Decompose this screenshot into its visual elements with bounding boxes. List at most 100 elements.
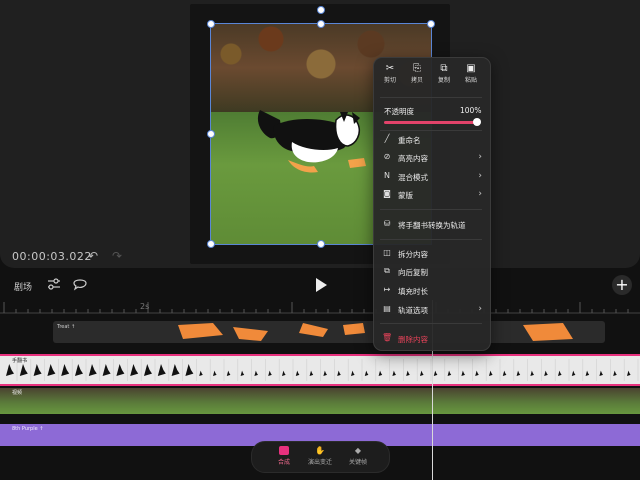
add-button[interactable]: + <box>612 275 632 295</box>
flipbook-frame <box>447 359 459 381</box>
text-clip[interactable]: Treat ↑ <box>53 321 605 343</box>
undo-icon[interactable]: ↶ <box>88 249 102 263</box>
flipbook-frame <box>323 359 335 381</box>
menu-item-label: 重命名 <box>398 136 421 145</box>
tab-compose[interactable]: 合成 <box>264 446 304 466</box>
hand-icon: ✋ <box>315 446 325 455</box>
flipbook-frame <box>102 359 114 381</box>
track-options-icon: ▤ <box>383 304 391 313</box>
flipbook-frame <box>364 359 377 381</box>
flipbook-frame <box>61 359 73 381</box>
flipbook-frame <box>337 359 349 381</box>
cut-label: 剪切 <box>383 77 396 84</box>
video-clip[interactable]: 视频 <box>0 388 640 414</box>
menu-item-convert-flipbook[interactable]: ⛁ 将手翻书转换为轨道 <box>382 219 482 233</box>
opacity-value: 100% <box>460 106 482 115</box>
flipbook-clip[interactable]: 手翻书 <box>0 354 640 386</box>
flipbook-frame <box>19 359 32 381</box>
menu-item-label: 删除内容 <box>398 335 428 344</box>
flipbook-frame <box>406 359 418 381</box>
timeline-ruler[interactable] <box>0 300 640 314</box>
flipbook-frames <box>6 359 639 381</box>
resize-handle[interactable] <box>427 20 435 28</box>
menu-item-label: 将手翻书转换为轨道 <box>398 221 466 230</box>
chevron-right-icon: › <box>478 189 482 199</box>
timecode: 00:00:03.022 <box>12 250 92 263</box>
pencil-icon: ╱ <box>384 134 390 143</box>
tab-label: 关键帧 <box>348 459 367 466</box>
flipbook-frame <box>613 359 625 381</box>
menu-item-split[interactable]: ◫ 拆分内容 <box>382 248 482 262</box>
menu-divider <box>380 239 482 240</box>
speech-bubble-icon[interactable] <box>72 277 88 291</box>
flipbook-frame <box>558 359 570 381</box>
flipbook-frame <box>130 359 142 381</box>
menu-item-track-options[interactable]: ▤ 轨道选项 › <box>382 304 482 318</box>
fill-duration-icon: ↦ <box>383 285 391 294</box>
flipbook-frame <box>6 359 18 381</box>
flipbook-frame <box>157 359 170 381</box>
redo-icon[interactable]: ↷ <box>112 249 126 263</box>
menu-item-mask[interactable]: ◙ 蒙版 › <box>382 189 482 203</box>
menu-divider <box>380 323 482 324</box>
opacity-slider[interactable] <box>384 121 478 124</box>
menu-item-label: 高亮内容 <box>398 154 428 163</box>
dog-sticker[interactable] <box>252 104 372 184</box>
flipbook-frame <box>268 359 280 381</box>
flipbook-frame <box>240 359 252 381</box>
mask-icon: ◙ <box>383 189 391 198</box>
flipbook-frame <box>627 359 639 381</box>
flipbook-frame <box>530 359 542 381</box>
flipbook-frame <box>47 359 59 381</box>
chevron-right-icon: › <box>478 152 482 162</box>
menu-item-blend-mode[interactable]: N 混合模式 › <box>382 171 482 185</box>
paste-label: 粘贴 <box>464 77 477 84</box>
resize-handle[interactable] <box>317 240 325 248</box>
flipbook-frame <box>75 359 87 381</box>
script-button[interactable]: 剧场 <box>14 280 32 293</box>
resize-handle[interactable] <box>317 20 325 28</box>
menu-item-highlight[interactable]: ⊘ 高亮内容 › <box>382 152 482 166</box>
blend-icon: N <box>384 171 390 180</box>
tab-keyframe[interactable]: ◆ 关键帧 <box>338 446 378 466</box>
chevron-right-icon: › <box>478 304 482 314</box>
menu-item-fill-duration[interactable]: ↦ 填充时长 <box>382 285 482 299</box>
menu-item-label: 填充时长 <box>398 287 428 296</box>
menu-divider <box>380 130 482 131</box>
resize-handle[interactable] <box>207 240 215 248</box>
copy-label: 拷贝 <box>410 77 423 84</box>
flipbook-frame <box>544 359 556 381</box>
tab-present[interactable]: ✋ 演出变迁 <box>300 446 340 466</box>
menu-item-copy-forward[interactable]: ⧉ 向后复制 <box>382 266 482 280</box>
chevron-right-icon: › <box>478 171 482 181</box>
mode-tab-bar: 合成 ✋ 演出变迁 ◆ 关键帧 <box>251 441 390 473</box>
opacity-slider-knob[interactable] <box>473 118 481 126</box>
cut-button[interactable]: ✂ 剪切 <box>376 63 404 84</box>
resize-handle[interactable] <box>207 20 215 28</box>
copy-icon: ⎘ <box>413 63 421 74</box>
play-icon[interactable] <box>313 277 329 293</box>
flipbook-frame <box>199 359 211 381</box>
opacity-label: 不透明度 <box>384 107 414 116</box>
sliders-icon[interactable] <box>46 277 62 291</box>
paste-button[interactable]: ▣ 粘贴 <box>457 63 485 84</box>
resize-handle[interactable] <box>207 130 215 138</box>
flipbook-frame <box>144 359 156 381</box>
convert-icon: ⛁ <box>383 219 391 228</box>
flipbook-frame <box>171 359 183 381</box>
flipbook-frame <box>378 359 390 381</box>
flipbook-frame <box>226 359 239 381</box>
flipbook-frame <box>116 359 128 381</box>
menu-item-rename[interactable]: ╱ 重命名 <box>382 134 482 148</box>
flipbook-frame <box>571 359 584 381</box>
copy-button[interactable]: ⎘ 拷贝 <box>403 63 431 84</box>
flipbook-frame <box>351 359 363 381</box>
duplicate-label: 复制 <box>437 77 450 84</box>
clip-thumbnails <box>178 323 573 341</box>
flipbook-frame <box>585 359 597 381</box>
rotate-handle[interactable] <box>317 6 325 14</box>
menu-item-delete[interactable]: 🗑 删除内容 <box>382 333 482 347</box>
duplicate-icon: ⧉ <box>440 63 448 74</box>
flipbook-frame <box>185 359 197 381</box>
duplicate-button[interactable]: ⧉ 复制 <box>430 63 458 84</box>
